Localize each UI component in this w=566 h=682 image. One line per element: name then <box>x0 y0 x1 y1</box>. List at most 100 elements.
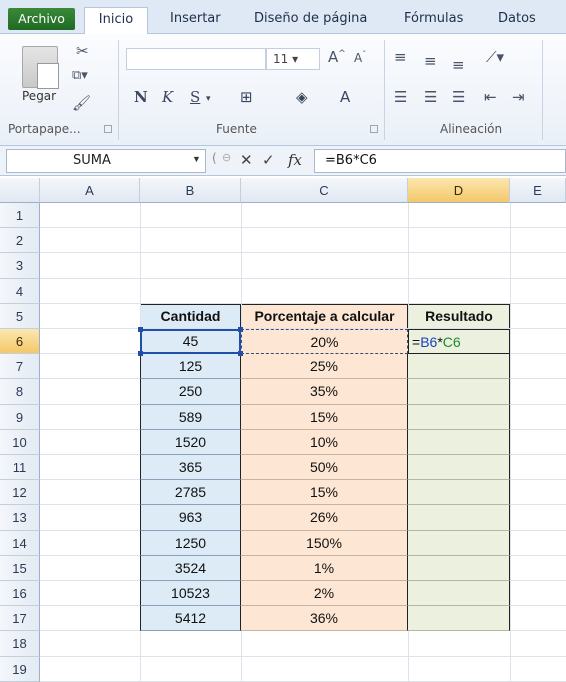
cell-resultado[interactable]: =B6*C6 <box>408 329 510 355</box>
increase-indent-icon[interactable]: ⇥ <box>512 88 525 106</box>
tab-diseno-de-pagina[interactable]: Diseño de página <box>254 7 367 34</box>
header-resultado[interactable]: Resultado <box>408 304 510 329</box>
tab-inicio[interactable]: Inicio <box>84 7 148 34</box>
clipboard-launcher-icon[interactable] <box>104 125 112 133</box>
row-header-3[interactable]: 3 <box>0 253 40 279</box>
row-header-5[interactable]: 5 <box>0 303 40 329</box>
cut-icon[interactable]: ✂ <box>76 42 89 60</box>
cell-resultado[interactable] <box>408 606 510 632</box>
selection-handle[interactable] <box>138 327 143 332</box>
align-bottom-icon[interactable]: ≡ <box>452 56 465 74</box>
row-header-2[interactable]: 2 <box>0 228 40 254</box>
column-header-a[interactable]: A <box>40 178 140 203</box>
row-header-12[interactable]: 12 <box>0 480 40 506</box>
cell-cantidad[interactable]: 589 <box>140 404 241 430</box>
cell-porcentaje[interactable]: 10% <box>241 429 408 455</box>
cell-porcentaje[interactable]: 26% <box>241 505 408 531</box>
row-header-11[interactable]: 11 <box>0 455 40 481</box>
cell-porcentaje[interactable]: 25% <box>241 354 408 380</box>
column-header-d[interactable]: D <box>408 178 510 203</box>
row-header-8[interactable]: 8 <box>0 379 40 405</box>
column-header-b[interactable]: B <box>140 178 241 203</box>
selection-handle[interactable] <box>138 351 143 357</box>
font-color-icon[interactable]: A <box>340 88 350 106</box>
cell-cantidad[interactable]: 2785 <box>140 480 241 506</box>
cancel-icon[interactable]: ✕ <box>240 151 253 169</box>
formula-bar-collapse-icon[interactable]: ⊖ <box>222 151 231 164</box>
selection-handle[interactable] <box>238 351 243 357</box>
tab-insertar[interactable]: Insertar <box>170 7 221 34</box>
row-header-17[interactable]: 17 <box>0 606 40 632</box>
name-box[interactable]: SUMA <box>6 149 206 173</box>
cell-cantidad[interactable]: 1520 <box>140 429 241 455</box>
font-launcher-icon[interactable] <box>370 125 378 133</box>
cell-cantidad[interactable]: 3524 <box>140 555 241 581</box>
enter-icon[interactable]: ✓ <box>262 151 275 169</box>
cell-resultado[interactable] <box>408 455 510 481</box>
fill-color-icon[interactable]: ◈ <box>296 88 308 106</box>
cell-resultado[interactable] <box>408 505 510 531</box>
tab-formulas[interactable]: Fórmulas <box>404 7 463 34</box>
formula-input[interactable]: =B6*C6 <box>314 149 566 173</box>
row-header-7[interactable]: 7 <box>0 354 40 380</box>
cell-porcentaje[interactable]: 2% <box>241 581 408 607</box>
cell-cantidad[interactable]: 10523 <box>140 581 241 607</box>
paste-icon[interactable] <box>22 46 59 89</box>
grow-font-icon[interactable]: A^ <box>328 48 346 66</box>
decrease-indent-icon[interactable]: ⇤ <box>484 88 497 106</box>
align-middle-icon[interactable]: ≡ <box>424 52 437 70</box>
cell-cantidad[interactable]: 963 <box>140 505 241 531</box>
formula-bar-resize-icon[interactable]: ( <box>212 151 217 165</box>
row-header-14[interactable]: 14 <box>0 530 40 556</box>
header-cantidad[interactable]: Cantidad <box>140 304 241 329</box>
cell-resultado[interactable] <box>408 555 510 581</box>
cell-porcentaje[interactable]: 36% <box>241 606 408 632</box>
cell-porcentaje[interactable]: 15% <box>241 480 408 506</box>
row-header-13[interactable]: 13 <box>0 505 40 531</box>
cell-resultado[interactable] <box>408 404 510 430</box>
row-header-6[interactable]: 6 <box>0 329 40 355</box>
cell-resultado[interactable] <box>408 354 510 380</box>
tab-datos[interactable]: Datos <box>498 7 536 34</box>
cell-resultado[interactable] <box>408 379 510 405</box>
align-top-icon[interactable]: ≡ <box>394 48 407 66</box>
cell-porcentaje[interactable]: 20% <box>241 329 408 355</box>
borders-icon[interactable]: ⊞ <box>240 88 253 106</box>
cell-porcentaje[interactable]: 35% <box>241 379 408 405</box>
header-porcentaje[interactable]: Porcentaje a calcular <box>241 304 408 329</box>
select-all-corner[interactable] <box>0 178 40 203</box>
italic-icon[interactable]: K <box>162 88 173 106</box>
column-header-c[interactable]: C <box>241 178 408 203</box>
selection-handle[interactable] <box>238 327 243 332</box>
cell-resultado[interactable] <box>408 581 510 607</box>
font-name-input[interactable] <box>126 48 266 70</box>
align-left-icon[interactable]: ☰ <box>394 88 407 106</box>
row-header-1[interactable]: 1 <box>0 203 40 229</box>
cell-resultado[interactable] <box>408 480 510 506</box>
underline-dropdown-icon[interactable]: ▾ <box>206 94 211 104</box>
row-header-19[interactable]: 19 <box>0 656 40 682</box>
cell-porcentaje[interactable]: 1% <box>241 555 408 581</box>
insert-function-icon[interactable]: fx <box>288 151 302 169</box>
cell-porcentaje[interactable]: 15% <box>241 404 408 430</box>
cell-resultado[interactable] <box>408 429 510 455</box>
shrink-font-icon[interactable]: Aˇ <box>354 50 366 65</box>
cell-cantidad[interactable]: 1250 <box>140 530 241 556</box>
font-size-input[interactable]: 11 ▾ <box>266 48 320 70</box>
align-center-icon[interactable]: ☰ <box>424 88 437 106</box>
cell-resultado[interactable] <box>408 530 510 556</box>
cell-cantidad[interactable]: 45 <box>140 329 241 355</box>
bold-icon[interactable]: N <box>134 88 148 106</box>
cell-cantidad[interactable]: 365 <box>140 455 241 481</box>
tab-archivo[interactable]: Archivo <box>8 8 75 30</box>
copy-icon[interactable]: ⧉▾ <box>72 68 88 83</box>
orientation-icon[interactable]: ⟋▾ <box>486 48 504 66</box>
row-header-4[interactable]: 4 <box>0 278 40 304</box>
cell-cantidad[interactable]: 5412 <box>140 606 241 632</box>
row-header-9[interactable]: 9 <box>0 404 40 430</box>
cell-porcentaje[interactable]: 50% <box>241 455 408 481</box>
row-header-18[interactable]: 18 <box>0 631 40 657</box>
row-header-15[interactable]: 15 <box>0 555 40 581</box>
format-painter-icon[interactable]: 🖌 <box>72 94 91 112</box>
align-right-icon[interactable]: ☰ <box>452 88 465 106</box>
